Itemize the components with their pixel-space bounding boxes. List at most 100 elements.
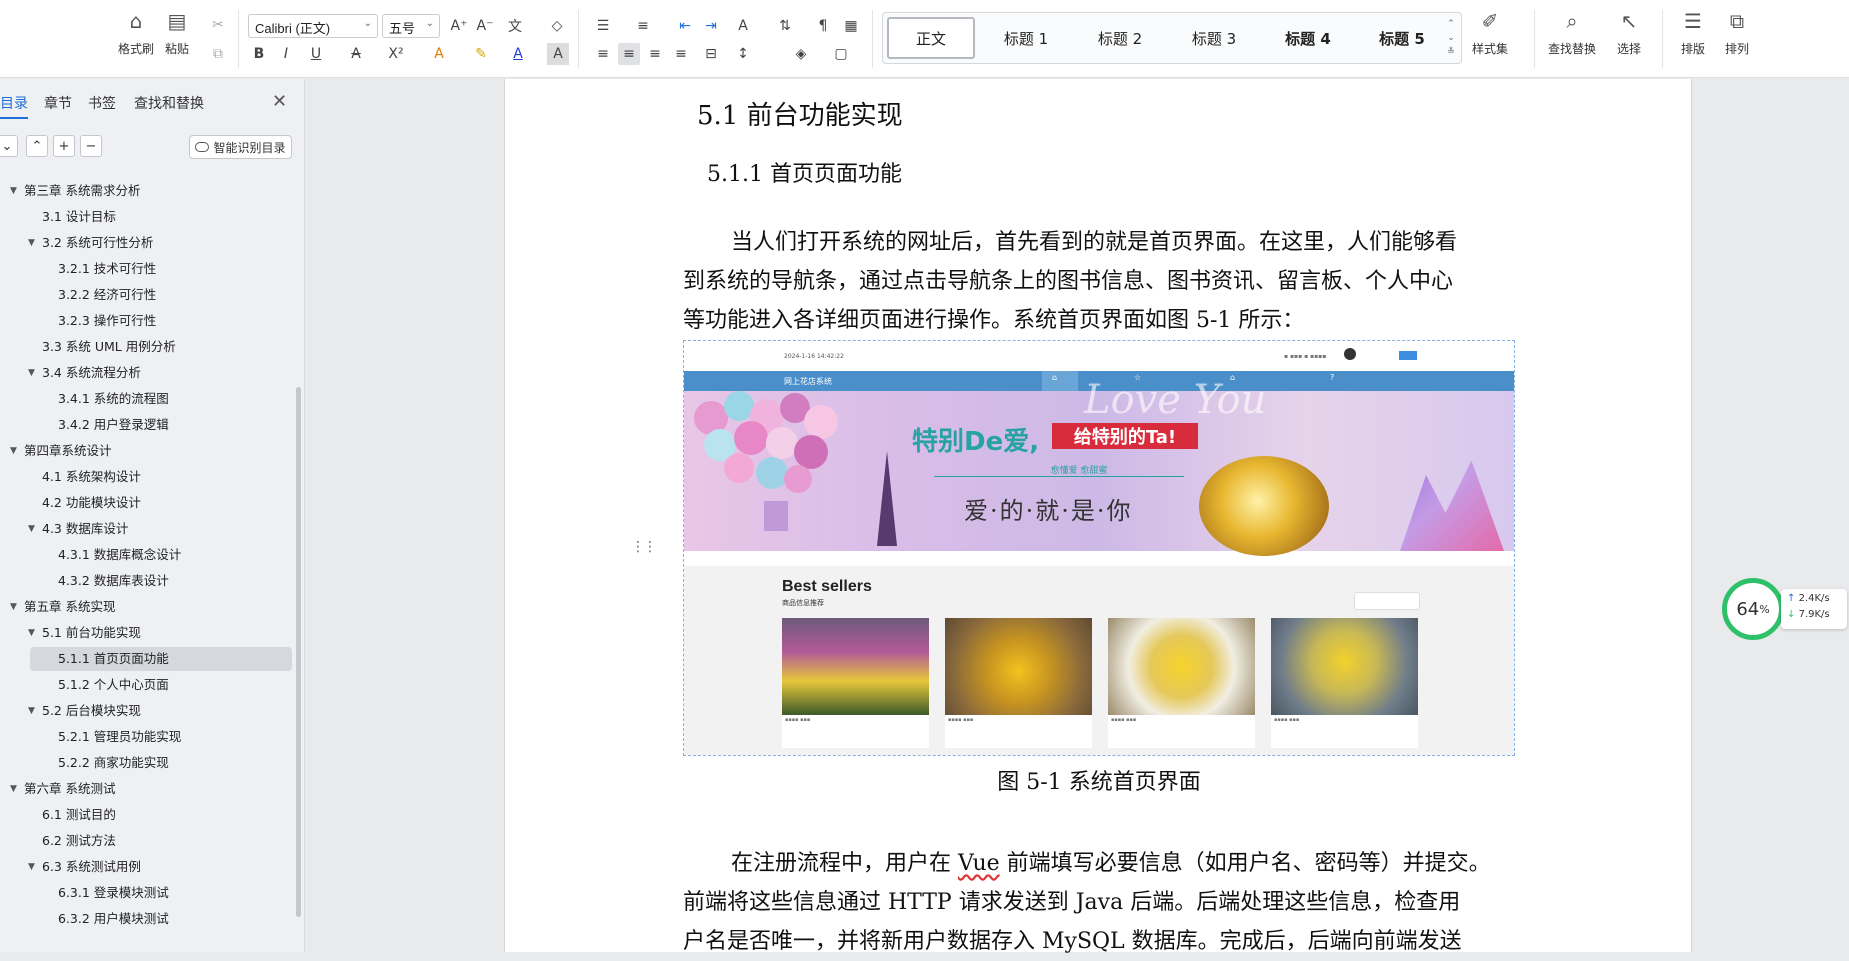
toc-item[interactable]: ▼ 5.1 前台功能实现 [0,621,290,645]
toc-item[interactable]: ▼ 3.4 系统流程分析 [0,361,290,385]
increase-indent-icon[interactable]: ⇥ [700,15,722,37]
layout-button[interactable]: ☰ 排版 [1680,8,1706,57]
toc-item[interactable]: ▼ 3.2 系统可行性分析 [0,231,290,255]
expand-triangle-icon[interactable]: ▼ [10,595,17,619]
find-replace-button[interactable]: ⌕ 查找替换 [1548,8,1596,57]
justify-icon[interactable]: ≡ [670,43,692,65]
expand-triangle-icon[interactable]: ▼ [10,777,17,801]
highlight-icon[interactable]: ✎ [470,43,492,65]
expand-triangle-icon[interactable]: ▼ [28,621,35,645]
expand-triangle-icon[interactable]: ▼ [10,179,17,203]
spellcheck-word[interactable]: Vue [958,851,1000,876]
bold-icon[interactable]: B [248,43,270,65]
toc-item[interactable]: ▼ 第三章 系统需求分析 [0,179,290,203]
format-painter-button[interactable]: ⌂ 格式刷 [118,8,154,57]
toc-item[interactable]: 3.2.3 操作可行性 [0,309,290,333]
phonetic-guide-icon[interactable]: 文 [504,15,526,37]
toc-item[interactable]: ▼ 第五章 系统实现 [0,595,290,619]
expand-triangle-icon[interactable]: ▼ [28,517,35,541]
document-page[interactable]: 5.1 前台功能实现 5.1.1 首页页面功能 当人们打开系统的网址后，首先看到… [504,79,1692,954]
borders-icon[interactable]: ▢ [830,43,852,65]
font-color-icon[interactable]: A [507,43,529,65]
expand-triangle-icon[interactable]: ▼ [28,855,35,879]
style-heading-5[interactable]: 标题 5 [1357,17,1447,59]
shrink-font-icon[interactable]: A⁻ [474,15,496,37]
toc-item[interactable]: ▼ 第六章 系统测试 [0,777,290,801]
toc-item[interactable]: ▼ 4.3 数据库设计 [0,517,290,541]
toc-item[interactable]: 3.3 系统 UML 用例分析 [0,335,290,359]
toc-item[interactable]: ▼ 5.2 后台模块实现 [0,699,290,723]
tab-toc[interactable]: 目录 [0,93,28,119]
style-set-button[interactable]: ✐ 样式集 [1472,8,1508,57]
toc-item[interactable]: 3.2.2 经济可行性 [0,283,290,307]
font-name-select[interactable]: Calibri (正文) ⌄ [248,14,378,38]
toc-item[interactable]: 3.4.2 用户登录逻辑 [0,413,290,437]
shading-icon[interactable]: ◈ [790,43,812,65]
distribute-icon[interactable]: ⊟ [700,43,722,65]
align-right-icon[interactable]: ≡ [644,43,666,65]
tab-bookmarks[interactable]: 书签 [88,93,116,113]
toc-item[interactable]: 5.2.2 商家功能实现 [0,751,290,775]
superscript-icon[interactable]: X² [385,43,407,65]
add-heading-button[interactable]: + [53,135,75,157]
toc-item[interactable]: 6.2 测试方法 [0,829,290,853]
collapse-all-button[interactable]: ⌄ [0,135,18,157]
style-normal[interactable]: 正文 [887,17,975,59]
toc-item[interactable]: 3.4.1 系统的流程图 [0,387,290,411]
performance-monitor[interactable]: 64% [1722,578,1784,640]
toc-item[interactable]: 3.1 设计目标 [0,205,290,229]
toc-item[interactable]: ▼ 第四章系统设计 [0,439,290,463]
align-left-icon[interactable]: ≡ [592,43,614,65]
toc-item[interactable]: 5.2.1 管理员功能实现 [0,725,290,749]
toc-item[interactable]: 4.1 系统架构设计 [0,465,290,489]
toc-item[interactable]: 3.2.1 技术可行性 [0,257,290,281]
arrange-button[interactable]: ⧉ 排列 [1724,8,1750,57]
show-marks-icon[interactable]: ¶ [812,15,834,37]
nav-scrollbar[interactable] [296,387,301,917]
italic-icon[interactable]: I [275,43,297,65]
expand-triangle-icon[interactable]: ▼ [10,439,17,463]
decrease-indent-icon[interactable]: ⇤ [674,15,696,37]
paste-button[interactable]: ▤ 粘贴 [164,8,190,57]
line-spacing-icon[interactable]: ↕ [732,43,754,65]
text-effect-icon[interactable]: A [428,43,450,65]
toc-item[interactable]: 6.3.2 用户模块测试 [0,907,290,931]
toc-item[interactable]: 5.1.1 首页页面功能 [30,647,292,671]
bullets-icon[interactable]: ☰ [592,15,614,37]
grow-font-icon[interactable]: A⁺ [448,15,470,37]
strikethrough-icon[interactable]: A [345,43,367,65]
expand-triangle-icon[interactable]: ▼ [28,231,35,255]
toc-item[interactable]: 6.3.1 登录模块测试 [0,881,290,905]
tab-find-replace[interactable]: 查找和替换 [134,93,204,113]
cut-icon[interactable]: ✂ [207,14,229,36]
close-icon[interactable]: ✕ [272,91,287,112]
table-icon[interactable]: ▦ [840,15,862,37]
char-shading-icon[interactable]: A [547,43,569,65]
expand-triangle-icon[interactable]: ▼ [28,699,35,723]
copy-icon[interactable]: ⧉ [207,43,229,65]
drag-handle-icon[interactable]: ⋮⋮ [631,539,657,555]
remove-heading-button[interactable]: − [80,135,102,157]
select-button[interactable]: ↖ 选择 [1616,8,1642,57]
align-center-icon[interactable]: ≡ [618,43,640,65]
move-up-button[interactable]: ⌃ [26,135,48,157]
gallery-scroll-arrows[interactable]: ⌃ ⌄ ≚ [1445,17,1457,59]
style-heading-3[interactable]: 标题 3 [1169,17,1259,59]
numbering-icon[interactable]: ≡ [632,15,654,37]
toc-item[interactable]: 4.3.1 数据库概念设计 [0,543,290,567]
underline-icon[interactable]: U [305,43,327,65]
text-direction-icon[interactable]: A [732,15,754,37]
sort-icon[interactable]: ⇅ [774,15,796,37]
toc-item[interactable]: 4.3.2 数据库表设计 [0,569,290,593]
toc-item[interactable]: ▼ 6.3 系统测试用例 [0,855,290,879]
toc-item[interactable]: 4.2 功能模块设计 [0,491,290,515]
homepage-screenshot-figure[interactable]: 2024-1-16 14:42:22 ▪ ▪▪▪ ▪ ▪▪▪▪ 网上花店系统 ⌂… [683,340,1515,756]
expand-triangle-icon[interactable]: ▼ [28,361,35,385]
smart-toc-button[interactable]: 智能识别目录 [189,135,292,159]
font-size-select[interactable]: 五号 ⌄ [382,14,440,38]
toc-item[interactable]: 6.1 测试目的 [0,803,290,827]
clear-format-icon[interactable]: ◇ [546,15,568,37]
style-heading-4[interactable]: 标题 4 [1263,17,1353,59]
style-heading-1[interactable]: 标题 1 [981,17,1071,59]
style-heading-2[interactable]: 标题 2 [1075,17,1165,59]
